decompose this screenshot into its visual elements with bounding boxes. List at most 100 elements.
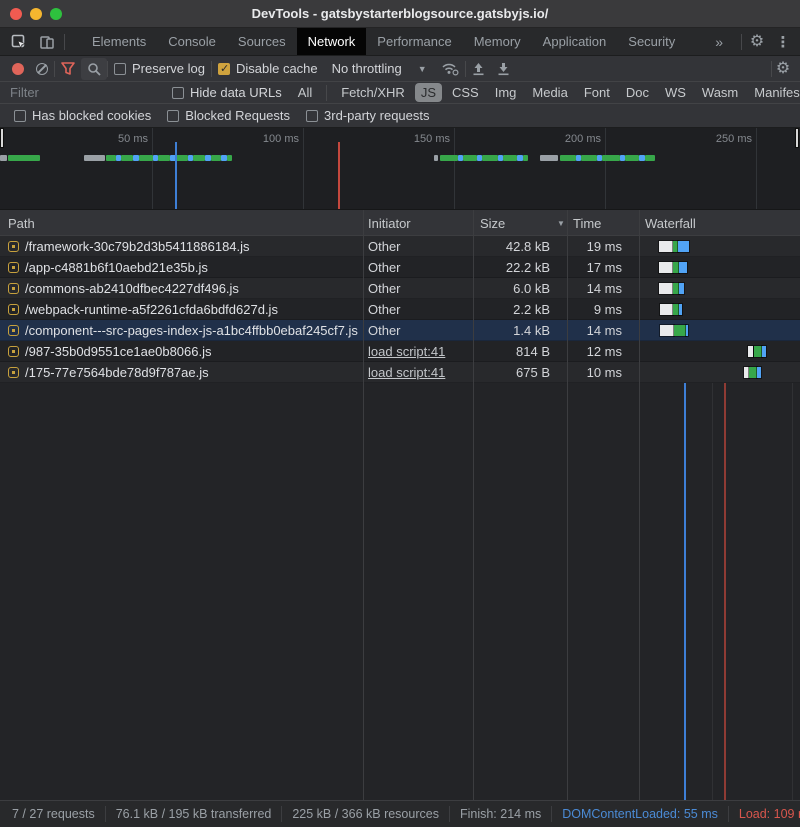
- ruler-label: 150 ms: [390, 133, 450, 145]
- tab-performance[interactable]: Performance: [366, 28, 462, 55]
- tab-console[interactable]: Console: [157, 28, 227, 55]
- arrow-down-icon: [497, 62, 510, 76]
- filter-type-img[interactable]: Img: [489, 83, 523, 102]
- network-settings-gear-icon[interactable]: ⚙: [772, 59, 794, 79]
- export-har-button[interactable]: [491, 58, 516, 80]
- waterfall-wait-bar: [749, 367, 757, 378]
- column-header-initiator[interactable]: Initiator: [368, 210, 411, 236]
- filter-type-all[interactable]: All: [292, 83, 318, 102]
- minimize-window-button[interactable]: [30, 8, 42, 20]
- column-divider[interactable]: [363, 210, 364, 800]
- column-divider[interactable]: [567, 210, 568, 800]
- blocked-requests-checkbox[interactable]: Blocked Requests: [167, 108, 290, 123]
- tab-memory[interactable]: Memory: [463, 28, 532, 55]
- table-header: Path Initiator Size▼ Time Waterfall: [0, 210, 800, 236]
- request-row[interactable]: /commons-ab2410dfbec4227df496.jsOther6.0…: [0, 278, 800, 299]
- waterfall-dl-bar: [679, 304, 682, 315]
- waterfall-stalled-bar: [659, 283, 673, 294]
- checkbox-icon: [218, 63, 230, 75]
- waterfall-stalled-bar: [659, 262, 673, 273]
- request-path: /app-c4881b6f10aebd21e35b.js: [25, 260, 208, 275]
- initiator-link[interactable]: load script:41: [368, 341, 468, 362]
- column-header-time[interactable]: Time: [573, 210, 601, 236]
- request-time: 12 ms: [567, 341, 631, 362]
- filter-input[interactable]: [4, 83, 164, 102]
- preserve-log-checkbox[interactable]: Preserve log: [108, 58, 211, 80]
- request-row[interactable]: /987-35b0d9551ce1ae0b8066.jsload script:…: [0, 341, 800, 362]
- import-har-button[interactable]: [466, 58, 491, 80]
- request-row[interactable]: /webpack-runtime-a5f2261cfda6bdfd627d.js…: [0, 299, 800, 320]
- request-time: 14 ms: [567, 278, 631, 299]
- more-panels-chevron[interactable]: »: [701, 34, 737, 50]
- filter-type-css[interactable]: CSS: [446, 83, 485, 102]
- request-time: 17 ms: [567, 257, 631, 278]
- tab-elements[interactable]: Elements: [81, 28, 157, 55]
- filter-toggle-button[interactable]: [55, 58, 81, 80]
- filter-type-ws[interactable]: WS: [659, 83, 692, 102]
- filter-type-manifest[interactable]: Manifest: [748, 83, 800, 102]
- tab-sources[interactable]: Sources: [227, 28, 297, 55]
- request-path: /framework-30c79b2d3b5411886184.js: [25, 239, 250, 254]
- network-conditions-button[interactable]: [435, 58, 465, 80]
- device-toolbar-icon[interactable]: [36, 32, 58, 52]
- ruler-gridline: [454, 128, 455, 209]
- filter-type-doc[interactable]: Doc: [620, 83, 655, 102]
- inspect-element-icon[interactable]: [8, 32, 30, 52]
- overview-right-handle[interactable]: [795, 128, 799, 148]
- overview-left-handle[interactable]: [0, 128, 4, 148]
- waterfall-dl-bar: [679, 283, 684, 294]
- request-row[interactable]: /component---src-pages-index-js-a1bc4ffb…: [0, 320, 800, 341]
- activity-segment: [193, 155, 205, 161]
- activity-segment: [434, 155, 438, 161]
- search-button[interactable]: [81, 58, 107, 80]
- filter-type-font[interactable]: Font: [578, 83, 616, 102]
- status-item: 225 kB / 366 kB resources: [282, 806, 450, 822]
- activity-segment: [482, 155, 498, 161]
- request-row[interactable]: /framework-30c79b2d3b5411886184.jsOther4…: [0, 236, 800, 257]
- network-toolbar: Preserve log Disable cache No throttling…: [0, 56, 800, 82]
- network-overview-timeline[interactable]: 50 ms100 ms150 ms200 ms250 ms: [0, 128, 800, 210]
- tab-application[interactable]: Application: [532, 28, 618, 55]
- activity-segment: [106, 155, 116, 161]
- ruler-gridline: [605, 128, 606, 209]
- record-network-log-button[interactable]: [6, 58, 30, 80]
- column-divider[interactable]: [473, 210, 474, 800]
- settings-gear-icon[interactable]: ⚙: [746, 32, 768, 52]
- column-divider[interactable]: [639, 210, 640, 800]
- tab-security[interactable]: Security: [617, 28, 686, 55]
- arrow-up-icon: [472, 62, 485, 76]
- window-title: DevTools - gatsbystarterblogsource.gatsb…: [252, 6, 549, 21]
- request-row[interactable]: /app-c4881b6f10aebd21e35b.jsOther22.2 kB…: [0, 257, 800, 278]
- activity-segment: [540, 155, 558, 161]
- maximize-window-button[interactable]: [50, 8, 62, 20]
- 3rd-party-requests-checkbox[interactable]: 3rd-party requests: [306, 108, 430, 123]
- filter-type-wasm[interactable]: Wasm: [696, 83, 744, 102]
- status-item: 7 / 27 requests: [2, 806, 106, 822]
- activity-segment: [645, 155, 655, 161]
- column-header-size[interactable]: Size▼: [480, 210, 505, 236]
- column-header-waterfall[interactable]: Waterfall: [645, 210, 696, 236]
- tab-network[interactable]: Network: [297, 28, 367, 55]
- has-blocked-cookies-checkbox[interactable]: Has blocked cookies: [14, 108, 151, 123]
- disable-cache-checkbox[interactable]: Disable cache: [212, 58, 324, 80]
- request-time: 9 ms: [567, 299, 631, 320]
- throttling-select[interactable]: No throttling ▼: [324, 61, 435, 76]
- js-file-icon: [8, 325, 19, 336]
- clear-icon: [36, 63, 48, 75]
- kebab-menu-icon[interactable]: ⋮: [772, 32, 794, 52]
- activity-segment: [560, 155, 576, 161]
- close-window-button[interactable]: [10, 8, 22, 20]
- filter-type-fetch-xhr[interactable]: Fetch/XHR: [335, 83, 411, 102]
- filter-type-js[interactable]: JS: [415, 83, 442, 102]
- column-header-path[interactable]: Path: [8, 210, 35, 236]
- checkbox-label: Has blocked cookies: [32, 108, 151, 123]
- request-size: 675 B: [473, 362, 559, 383]
- filter-type-media[interactable]: Media: [526, 83, 573, 102]
- activity-segment: [523, 155, 528, 161]
- network-conditions-icon: [441, 61, 459, 76]
- clear-network-log-button[interactable]: [30, 58, 54, 80]
- request-row[interactable]: /175-77e7564bde78d9f787ae.jsload script:…: [0, 362, 800, 383]
- hide-data-urls-checkbox[interactable]: Hide data URLs: [172, 85, 282, 100]
- initiator-link[interactable]: load script:41: [368, 362, 468, 383]
- ruler-gridline: [303, 128, 304, 209]
